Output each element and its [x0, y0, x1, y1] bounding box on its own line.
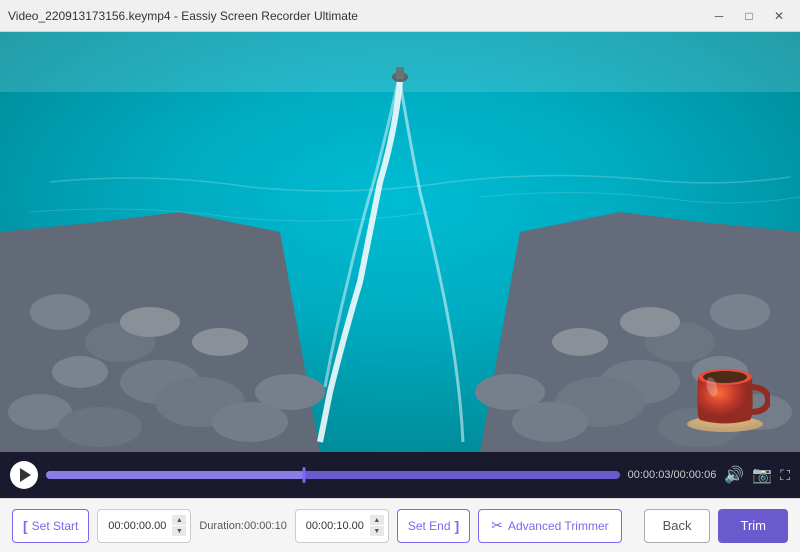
trim-toolbar: [ Set Start ▲ ▼ Duration:00:00:10 ▲ ▼ Se…	[0, 498, 800, 552]
start-time-up[interactable]: ▲	[172, 515, 186, 525]
video-controls: 00:00:03/00:00:06 🔊 📷 ⛶	[0, 452, 800, 498]
play-icon	[20, 468, 31, 482]
screenshot-button[interactable]: 📷	[752, 465, 772, 485]
fullscreen-button[interactable]: ⛶	[780, 467, 790, 484]
set-end-label: Set End	[408, 519, 451, 533]
close-button[interactable]: ✕	[766, 6, 792, 26]
time-display: 00:00:03/00:00:06	[628, 469, 717, 481]
set-start-label: Set Start	[32, 519, 79, 533]
progress-thumb[interactable]	[303, 467, 306, 483]
start-time-input[interactable]	[102, 520, 172, 532]
progress-filled	[46, 471, 304, 479]
back-button[interactable]: Back	[644, 509, 711, 543]
duration-label: Duration:00:00:10	[199, 520, 286, 532]
scissors-icon: ✂	[491, 517, 503, 534]
set-end-button[interactable]: Set End ]	[397, 509, 470, 543]
title-bar: Video_220913173156.keymp4 - Eassiy Scree…	[0, 0, 800, 32]
maximize-button[interactable]: □	[736, 6, 762, 26]
end-time-up[interactable]: ▲	[370, 515, 384, 525]
bracket-left-icon: [	[23, 518, 28, 534]
total-time: 00:00:06	[674, 469, 717, 481]
current-time: 00:00:03	[628, 469, 671, 481]
start-time-down[interactable]: ▼	[172, 526, 186, 536]
bracket-right-icon: ]	[455, 518, 460, 534]
end-time-input-group[interactable]: ▲ ▼	[295, 509, 389, 543]
end-time-down[interactable]: ▼	[370, 526, 384, 536]
progress-bar-container[interactable]	[46, 468, 620, 482]
set-start-button[interactable]: [ Set Start	[12, 509, 89, 543]
minimize-button[interactable]: ─	[706, 6, 732, 26]
window-title: Video_220913173156.keymp4 - Eassiy Scree…	[8, 9, 358, 23]
end-time-spin[interactable]: ▲ ▼	[370, 515, 384, 536]
advanced-trimmer-button[interactable]: ✂ Advanced Trimmer	[478, 509, 621, 543]
start-time-spin[interactable]: ▲ ▼	[172, 515, 186, 536]
trim-button[interactable]: Trim	[718, 509, 788, 543]
coffee-mug-overlay	[680, 352, 770, 432]
play-button[interactable]	[10, 461, 38, 489]
end-time-input[interactable]	[300, 520, 370, 532]
advanced-label: Advanced Trimmer	[508, 519, 609, 533]
start-time-input-group[interactable]: ▲ ▼	[97, 509, 191, 543]
video-player	[0, 32, 800, 452]
progress-track[interactable]	[46, 471, 620, 479]
volume-button[interactable]: 🔊	[724, 465, 744, 485]
window-controls: ─ □ ✕	[706, 6, 792, 26]
fullscreen-icon: ⛶	[780, 467, 790, 483]
